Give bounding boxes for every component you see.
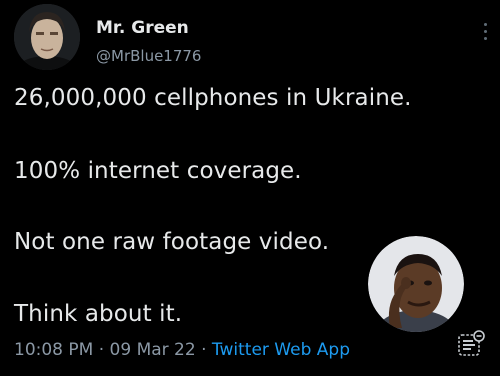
tweet-card: Mr. Green @MrBlue1776 26,000,000 cellpho… [0, 0, 500, 376]
tweet-text-line: 26,000,000 cellphones in Ukraine. [14, 85, 412, 111]
separator: · [93, 340, 110, 360]
roll-safe-meme-image [368, 236, 464, 332]
tweet-time[interactable]: 10:08 PM [14, 340, 93, 360]
tweet-date[interactable]: 09 Mar 22 [110, 340, 196, 360]
source-app-link[interactable]: Twitter Web App [212, 340, 350, 360]
display-name[interactable]: Mr. Green [96, 18, 189, 38]
tweet-text-line: Think about it. [14, 301, 183, 327]
tweet-text-line: 100% internet coverage. [14, 158, 302, 184]
more-vertical-icon [483, 23, 487, 26]
more-options-button[interactable] [478, 20, 492, 46]
avatar[interactable] [14, 4, 80, 70]
avatar-portrait [14, 4, 80, 70]
tweet-metadata: 10:08 PM · 09 Mar 22 · Twitter Web App [14, 340, 350, 360]
separator: · [195, 340, 212, 360]
tweet-text-line: Not one raw footage video. [14, 229, 330, 255]
analytics-icon[interactable] [456, 329, 486, 359]
user-handle[interactable]: @MrBlue1776 [96, 47, 201, 65]
